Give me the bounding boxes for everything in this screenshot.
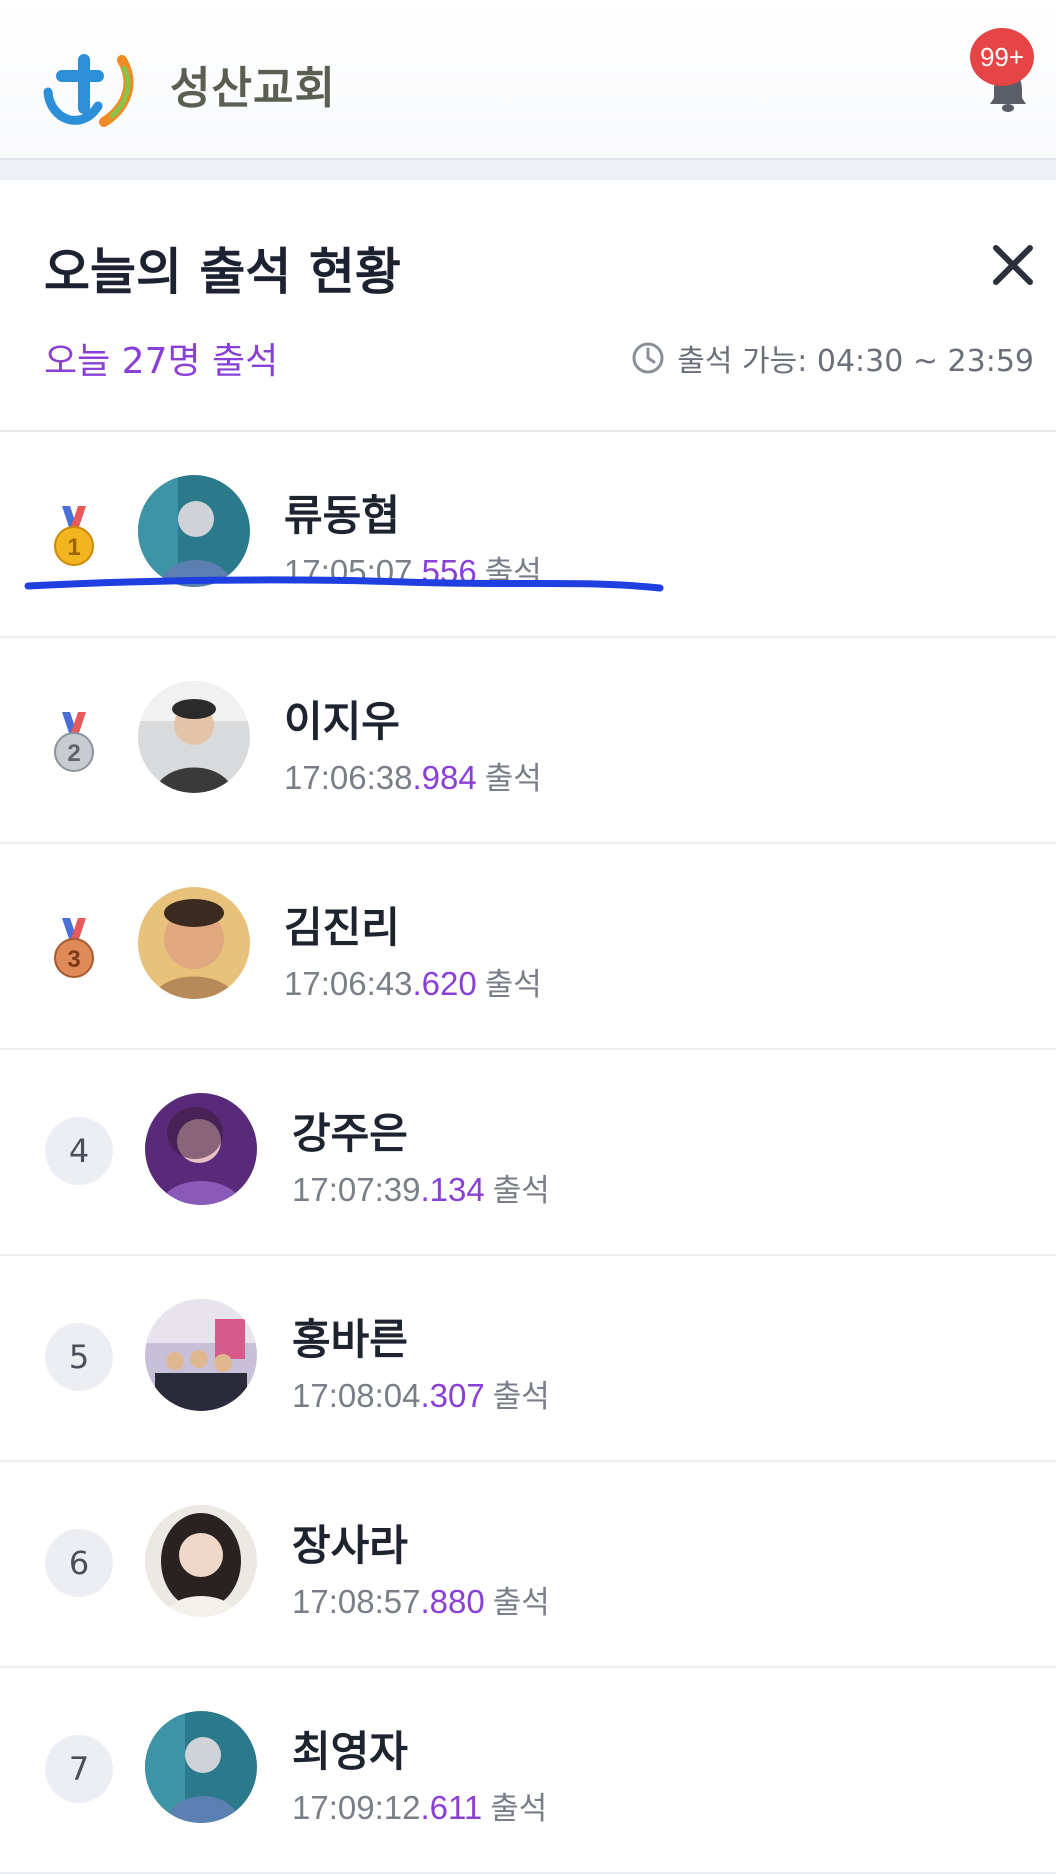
church-logo-icon [43, 54, 134, 127]
app-header: 성산교회 99+ [0, 0, 1056, 160]
attendee-row[interactable]: 5 홍바른 17:08:04.307 출석 [0, 1256, 1056, 1462]
attendance-time: 17:08:57.880 출석 [292, 1583, 550, 1621]
attendance-time: 17:09:12.611 출석 [292, 1789, 548, 1827]
attendance-time: 17:08:04.307 출석 [292, 1377, 550, 1415]
attendee-name: 류동협 [284, 491, 400, 540]
rank-badge: 5 [45, 1323, 113, 1391]
attendance-time: 17:06:38.984 출석 [284, 759, 542, 797]
today-attendance-count: 오늘 27명 출석 [44, 341, 279, 382]
brand-name: 성산교회 [170, 63, 336, 114]
avatar [138, 681, 250, 793]
panel-title: 오늘의 출석 현황 [44, 243, 401, 301]
attendee-name: 김진리 [284, 903, 400, 952]
avatar [145, 1299, 257, 1411]
attendee-name: 장사라 [292, 1521, 408, 1570]
attendee-name: 홍바른 [292, 1315, 408, 1364]
attendee-row[interactable]: 3 김진리 17:06:43.620 출석 [0, 844, 1056, 1050]
svg-text:1: 1 [67, 534, 80, 561]
section-divider-band [0, 160, 1056, 180]
silver-medal-icon: 2 [54, 712, 94, 772]
handdrawn-underline-annotation [24, 576, 664, 592]
attendance-list: 1 류동협 17:05:07.556 출석 2 이지우 17:06:38.984… [0, 432, 1056, 1874]
close-button[interactable] [988, 240, 1038, 290]
attendance-window-text: 출석 가능: 04:30 ~ 23:59 [677, 344, 1034, 379]
attendee-row[interactable]: 6 장사라 17:08:57.880 출석 [0, 1462, 1056, 1668]
avatar [145, 1711, 257, 1823]
avatar [145, 1093, 257, 1205]
avatar [145, 1505, 257, 1617]
attendee-name: 강주은 [292, 1109, 408, 1158]
attendee-row[interactable]: 1 류동협 17:05:07.556 출석 [0, 432, 1056, 638]
attendance-window-info: 출석 가능: 04:30 ~ 23:59 [631, 336, 1034, 380]
attendee-row[interactable]: 2 이지우 17:06:38.984 출석 [0, 638, 1056, 844]
attendee-row[interactable]: 4 강주은 17:07:39.134 출석 [0, 1050, 1056, 1256]
attendee-name: 이지우 [284, 697, 400, 746]
svg-text:2: 2 [67, 740, 80, 767]
svg-text:3: 3 [67, 946, 80, 973]
rank-badge: 7 [45, 1735, 113, 1803]
gold-medal-icon: 1 [54, 506, 94, 566]
close-icon [993, 245, 1033, 285]
bronze-medal-icon: 3 [54, 918, 94, 978]
attendee-name: 최영자 [292, 1727, 408, 1776]
avatar [138, 887, 250, 999]
rank-badge: 6 [45, 1529, 113, 1597]
attendance-time: 17:06:43.620 출석 [284, 965, 542, 1003]
notification-badge: 99+ [970, 28, 1034, 86]
clock-icon [631, 341, 665, 375]
notification-bell-button[interactable]: 99+ [970, 28, 1042, 112]
attendance-time: 17:07:39.134 출석 [292, 1171, 550, 1209]
rank-badge: 4 [45, 1117, 113, 1185]
attendee-row[interactable]: 7 최영자 17:09:12.611 출석 [0, 1668, 1056, 1874]
